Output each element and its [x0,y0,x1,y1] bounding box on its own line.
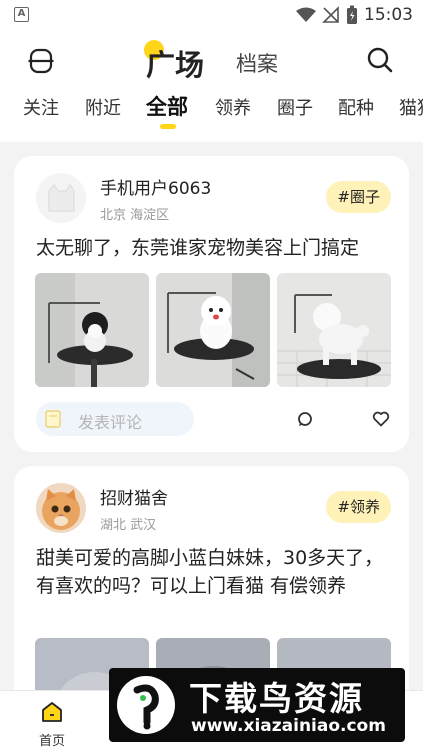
tab-follow[interactable]: 关注 [23,94,59,120]
post-feed[interactable]: 手机用户6063 北京 海淀区 #圈子 太无聊了，东莞谁家宠物美容上门搞定 发表… [0,142,423,690]
post-text[interactable]: 太无聊了，东莞谁家宠物美容上门搞定 [36,234,396,262]
location: 湖北 武汉 [100,518,157,533]
tab-nearby[interactable]: 附近 [85,94,121,120]
tab-archive[interactable]: 档案 [236,48,278,78]
watermark-title: 下载鸟资源 [189,679,364,718]
status-bar: A 15:03 [0,0,423,30]
comment-input[interactable]: 发表评论 [36,402,194,436]
tab-plaza[interactable]: 广场 [146,42,204,84]
post-photo[interactable] [277,273,391,387]
post-photo[interactable] [35,273,149,387]
tab-circle[interactable]: 圈子 [277,94,313,120]
no-signal-icon [322,6,339,23]
heart-icon[interactable] [372,410,390,428]
avatar[interactable] [36,173,86,223]
notification-icon: A [14,7,29,22]
status-icons: 15:03 [296,5,413,25]
post-card[interactable]: 招财猫舍 湖北 武汉 #领养 甜美可爱的高脚小蓝白妹妹，30多天了，有喜欢的吗？… [14,466,409,690]
tab-cats-dogs[interactable]: 猫狗 [399,94,423,120]
nav-home[interactable]: 首页 [17,691,87,752]
top-header: 广场 档案 [0,30,423,90]
watermark-url: www.xiazainiao.com [191,716,386,736]
nav-label: 首页 [38,734,65,749]
tab-breeding[interactable]: 配种 [338,94,374,120]
watermark-banner: 下载鸟资源 www.xiazainiao.com [109,668,405,742]
category-tabs: 关注 附近 全部 领养 圈子 配种 猫狗 [0,90,423,142]
photo-grid [35,273,391,387]
battery-icon [347,5,357,24]
post-text[interactable]: 甜美可爱的高脚小蓝白妹妹，30多天了，有喜欢的吗？可以上门看猫 有偿领养 [36,544,396,600]
username[interactable]: 招财猫舍 [100,484,168,509]
clock: 15:03 [364,5,413,25]
tab-adopt[interactable]: 领养 [215,94,251,120]
post-card[interactable]: 手机用户6063 北京 海淀区 #圈子 太无聊了，东莞谁家宠物美容上门搞定 发表… [14,156,409,452]
edit-note-icon [45,410,61,428]
menu-icon[interactable] [28,48,54,74]
search-icon[interactable] [366,46,394,74]
wifi-icon [296,7,316,22]
topic-tag[interactable]: #圈子 [326,181,391,213]
active-tab-indicator [160,124,176,129]
comment-icon[interactable] [296,410,314,428]
home-icon [42,702,62,722]
comment-placeholder: 发表评论 [78,413,143,432]
post-photo[interactable] [156,273,270,387]
watermark-logo [117,676,175,734]
username[interactable]: 手机用户6063 [100,174,211,199]
tab-all[interactable]: 全部 [146,91,188,121]
location: 北京 海淀区 [100,208,170,223]
topic-tag[interactable]: #领养 [326,491,391,523]
avatar[interactable] [36,483,86,533]
